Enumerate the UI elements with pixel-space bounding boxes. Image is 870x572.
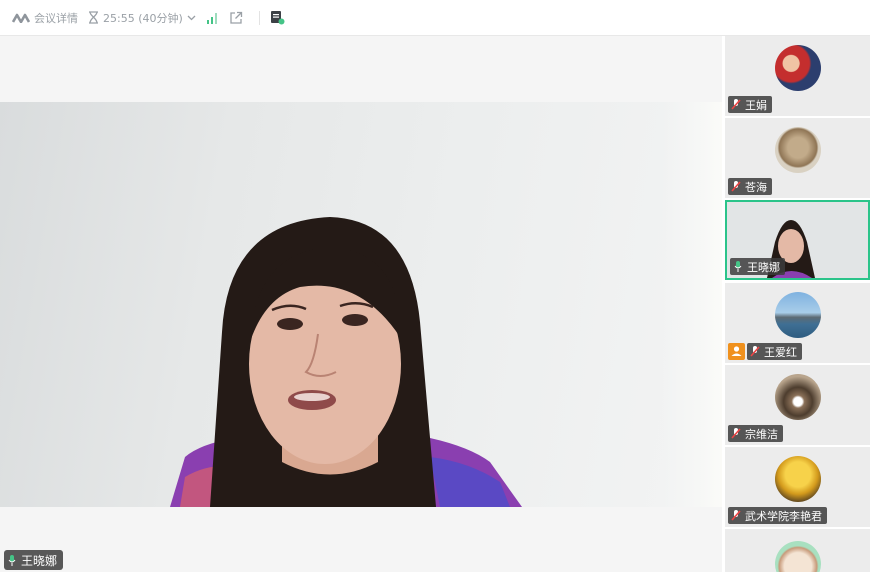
meeting-details-label: 会议详情 xyxy=(34,11,78,25)
avatar xyxy=(774,292,821,338)
participant-nameplate: 王爱红 xyxy=(747,343,802,360)
mic-muted-icon xyxy=(731,428,741,439)
participant-tile[interactable] xyxy=(725,529,870,572)
participant-name: 王爱红 xyxy=(764,345,797,359)
signal-icon xyxy=(206,12,217,24)
participant-nameplate: 王晓娜 xyxy=(730,258,785,275)
main-video[interactable] xyxy=(0,102,722,507)
mic-muted-icon xyxy=(731,181,741,192)
participant-name: 王晓娜 xyxy=(747,260,780,274)
mic-icon xyxy=(8,554,16,566)
mic-icon xyxy=(734,261,742,272)
participant-nameplate: 苍海 xyxy=(728,178,772,195)
chevron-down-icon xyxy=(187,15,196,20)
participant-nameplate: 宗维洁 xyxy=(728,425,783,442)
avatar xyxy=(774,456,821,502)
participant-nameplate: 武术学院李艳君 xyxy=(728,507,827,524)
avatar xyxy=(774,374,821,420)
notes-icon xyxy=(270,11,285,25)
notes-button[interactable] xyxy=(270,10,285,25)
participant-sidebar[interactable]: 王娟 苍海 王晓娜 王爱红 宗维洁 武术学院李艳君 xyxy=(722,36,870,572)
participant-tile[interactable]: 王爱红 xyxy=(725,283,870,363)
participant-name: 王娟 xyxy=(745,98,767,112)
participant-nameplate: 王娟 xyxy=(728,96,772,113)
meeting-logo-icon xyxy=(12,13,30,23)
avatar xyxy=(774,45,821,91)
main-video-area: 王晓娜 xyxy=(0,36,722,572)
mic-muted-icon xyxy=(731,510,741,521)
participant-tile[interactable]: 武术学院李艳君 xyxy=(725,447,870,527)
toolbar-divider xyxy=(258,10,260,25)
participant-tile-active[interactable]: 王晓娜 xyxy=(725,200,870,280)
network-signal-button[interactable] xyxy=(206,12,219,24)
mic-muted-icon xyxy=(731,99,741,110)
duration-dropdown[interactable]: 25:55 (40分钟) xyxy=(88,10,196,26)
share-out-icon xyxy=(230,11,242,24)
mic-muted-icon xyxy=(750,346,760,357)
main-speaker-name: 王晓娜 xyxy=(21,553,58,568)
meeting-details-button[interactable]: 会议详情 xyxy=(12,10,78,26)
participant-name: 苍海 xyxy=(745,180,767,194)
avatar xyxy=(774,541,821,572)
participant-name: 武术学院李艳君 xyxy=(745,509,822,523)
speaker-video-figure xyxy=(170,217,522,507)
avatar xyxy=(774,127,821,173)
duration-text: 25:55 (40分钟) xyxy=(103,11,183,25)
participant-name: 宗维洁 xyxy=(745,427,778,441)
participant-tile[interactable]: 宗维洁 xyxy=(725,365,870,445)
share-out-button[interactable] xyxy=(229,11,243,25)
participant-tile[interactable]: 苍海 xyxy=(725,118,870,198)
participant-tile[interactable]: 王娟 xyxy=(725,36,870,116)
hourglass-icon xyxy=(89,11,98,24)
toolbar: 会议详情 25:55 (40分钟) xyxy=(0,0,870,36)
host-badge xyxy=(728,343,745,360)
main-speaker-nameplate: 王晓娜 xyxy=(4,550,64,570)
host-icon xyxy=(731,346,742,356)
